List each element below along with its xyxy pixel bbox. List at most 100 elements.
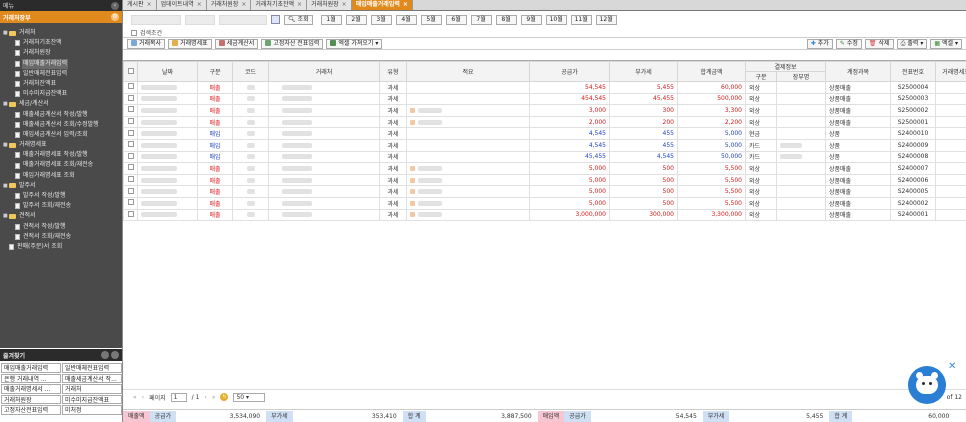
first-page-icon[interactable]: « bbox=[133, 394, 137, 401]
col-memo[interactable]: 적요 bbox=[406, 61, 530, 82]
menu-item[interactable]: 발주서 조회/재전송 bbox=[0, 201, 122, 211]
table-row[interactable]: 매출 과세 454,545 45,455 500,000 외상 상품매출 S2500003 bbox=[123, 92, 966, 106]
date-from-field[interactable] bbox=[131, 14, 181, 25]
menu-item[interactable]: 매입세금계산서 입력/조회 bbox=[0, 130, 122, 140]
menu-item[interactable]: 판매(주문)서 조회 bbox=[0, 242, 122, 252]
toolbar-button[interactable]: ✎ 수정 bbox=[835, 38, 862, 49]
month-button[interactable]: 5월 bbox=[420, 14, 442, 25]
collapse-icon[interactable]: ‹ bbox=[111, 1, 119, 10]
toolbar-button[interactable]: 엑셀 가져오기 ▾ bbox=[326, 38, 383, 49]
month-button[interactable]: 1월 bbox=[320, 14, 342, 25]
table-row[interactable]: 매출 과세 5,000 500 5,500 외상 상품매출 S2400002 bbox=[123, 196, 966, 210]
col-total[interactable]: 합계금액 bbox=[677, 61, 746, 82]
menu-item[interactable]: 매입거래명세표 조회 bbox=[0, 171, 122, 181]
select-all-header[interactable] bbox=[123, 61, 138, 82]
row-checkbox[interactable] bbox=[123, 208, 138, 222]
col-voucher[interactable]: 전표번호 bbox=[890, 61, 936, 82]
month-button[interactable]: 3월 bbox=[370, 14, 392, 25]
menu-item[interactable]: 견적서 조회/재전송 bbox=[0, 232, 122, 242]
date-range-field[interactable] bbox=[185, 14, 215, 25]
prev-page-icon[interactable]: ‹ bbox=[142, 394, 144, 401]
tab[interactable]: 거래처기초잔액 × bbox=[251, 0, 308, 10]
tab[interactable]: 거래처원장 × bbox=[206, 0, 252, 10]
month-button[interactable]: 10월 bbox=[545, 14, 567, 25]
row-checkbox[interactable] bbox=[123, 104, 138, 117]
toolbar-button[interactable]: 🗑︎ 삭제 bbox=[864, 38, 894, 49]
toolbar-button[interactable]: ⎙ 출력 ▾ bbox=[896, 38, 928, 49]
search-condition-toggle[interactable] bbox=[131, 29, 137, 36]
row-checkbox[interactable] bbox=[123, 138, 138, 152]
menu-item[interactable]: 거래처잔액표 bbox=[0, 79, 122, 89]
table-row[interactable]: 매출 과세 2,000 200 2,200 외상 상품매출 S2500001 bbox=[123, 115, 966, 129]
favorite-item[interactable]: 일반매체전표입력 bbox=[62, 363, 122, 373]
col-account[interactable]: 계정과목 bbox=[825, 61, 891, 82]
table-row[interactable]: 매출 과세 5,000 500 5,500 외상 상품매출 S2400005 bbox=[123, 185, 966, 198]
menu-item[interactable]: ■ 세금/계산서 bbox=[0, 99, 122, 109]
toolbar-button[interactable]: 거래복사 bbox=[127, 38, 166, 49]
menu-item[interactable]: 거래처원장 bbox=[0, 48, 122, 58]
menu-item[interactable]: ■ 거래명세표 bbox=[0, 140, 122, 150]
next-page-icon[interactable]: › bbox=[204, 394, 206, 401]
favorite-item[interactable]: 매출거래명세서 ... bbox=[1, 384, 61, 394]
menu-item[interactable]: ■ 거래처 bbox=[0, 28, 122, 38]
gear-icon[interactable] bbox=[101, 351, 109, 359]
page-size-select[interactable]: 50 ▾ bbox=[233, 392, 266, 402]
row-checkbox[interactable] bbox=[123, 162, 138, 175]
toolbar-button[interactable]: 고정자산 전표입력 bbox=[261, 38, 324, 49]
calendar-icon[interactable] bbox=[271, 15, 280, 24]
col-date[interactable]: 날짜 bbox=[137, 61, 198, 82]
menu-item[interactable]: 매입매출거래입력 bbox=[0, 58, 122, 69]
favorite-item[interactable]: 은행 거래내역 ... bbox=[1, 373, 61, 383]
col-kind[interactable]: 유형 bbox=[379, 61, 407, 82]
menu-item[interactable]: 거래처기초잔액 bbox=[0, 38, 122, 48]
date-to-field[interactable] bbox=[219, 14, 267, 25]
close-icon[interactable]: × bbox=[297, 1, 302, 8]
row-checkbox[interactable] bbox=[123, 173, 138, 187]
row-checkbox[interactable] bbox=[123, 92, 138, 106]
row-checkbox[interactable] bbox=[123, 127, 138, 140]
col-type[interactable]: 구분 bbox=[197, 61, 233, 82]
tab[interactable]: 게시판 × bbox=[123, 0, 157, 10]
table-row[interactable]: 매출 과세 5,000 500 5,500 외상 상품매출 S2400006 bbox=[123, 173, 966, 187]
col-supply[interactable]: 공급가 bbox=[529, 61, 610, 82]
month-button[interactable]: 9월 bbox=[520, 14, 542, 25]
close-icon[interactable]: × bbox=[241, 1, 246, 8]
col-vat[interactable]: 부가세 bbox=[609, 61, 678, 82]
month-button[interactable]: 7월 bbox=[470, 14, 492, 25]
month-button[interactable]: 2월 bbox=[345, 14, 367, 25]
menu-item[interactable]: 미수미지급잔액표 bbox=[0, 89, 122, 99]
table-row[interactable]: 매출 과세 3,000 300 3,300 외상 상품매출 S2500002 bbox=[123, 104, 966, 117]
col-pay-account[interactable]: 장부명 bbox=[776, 71, 826, 82]
month-button[interactable]: 6월 bbox=[445, 14, 467, 25]
table-row[interactable]: 매출 과세 54,545 5,455 60,000 외상 상품매출 S2500004 bbox=[123, 81, 966, 94]
col-code[interactable]: 코드 bbox=[232, 61, 269, 82]
settings-icon[interactable]: ⚙ bbox=[111, 13, 119, 21]
tab[interactable]: 거래처원장 × bbox=[307, 0, 352, 10]
favorite-item[interactable]: 매출세금계산서 작... bbox=[62, 373, 122, 383]
favorite-item[interactable]: 미수미지급잔액표 bbox=[62, 394, 122, 404]
favorite-item[interactable]: 거래처 bbox=[62, 384, 122, 394]
table-row[interactable]: 매입과세4,5454555,000현금상품S2400010현영 bbox=[123, 127, 966, 140]
menu-section-header[interactable]: 거래처장부 ⚙ bbox=[0, 11, 122, 23]
col-partner[interactable]: 거래처 bbox=[268, 61, 380, 82]
menu-item[interactable]: 매출거래명세표 조회/재전송 bbox=[0, 160, 122, 170]
menu-item[interactable]: ■ 발주서 bbox=[0, 181, 122, 191]
chevron-down-icon[interactable] bbox=[111, 351, 119, 359]
refresh-icon[interactable]: ↻ bbox=[220, 393, 229, 401]
table-row[interactable]: 매입과세45,4554,54550,000카드상품S2400008카드 bbox=[123, 150, 966, 164]
tab[interactable]: 업데이트내역 × bbox=[156, 0, 207, 10]
col-statement[interactable]: 거래명세표 bbox=[935, 61, 966, 82]
month-button[interactable]: 8월 bbox=[495, 14, 517, 25]
month-button[interactable]: 12월 bbox=[595, 14, 617, 25]
col-pay-type[interactable]: 구분 bbox=[745, 71, 777, 82]
favorite-item[interactable]: 거래처원장 bbox=[1, 394, 61, 404]
menu-item[interactable]: 매출거래명세표 작성/발행 bbox=[0, 150, 122, 160]
row-checkbox[interactable] bbox=[123, 115, 138, 129]
menu-item[interactable]: ■ 견적서 bbox=[0, 211, 122, 221]
close-icon[interactable]: ✕ bbox=[948, 361, 956, 372]
close-icon[interactable]: × bbox=[403, 1, 408, 8]
last-page-icon[interactable]: » bbox=[212, 394, 216, 401]
favorite-item[interactable]: 미처정 bbox=[62, 405, 122, 415]
close-icon[interactable]: × bbox=[342, 1, 347, 8]
row-checkbox[interactable] bbox=[123, 185, 138, 198]
